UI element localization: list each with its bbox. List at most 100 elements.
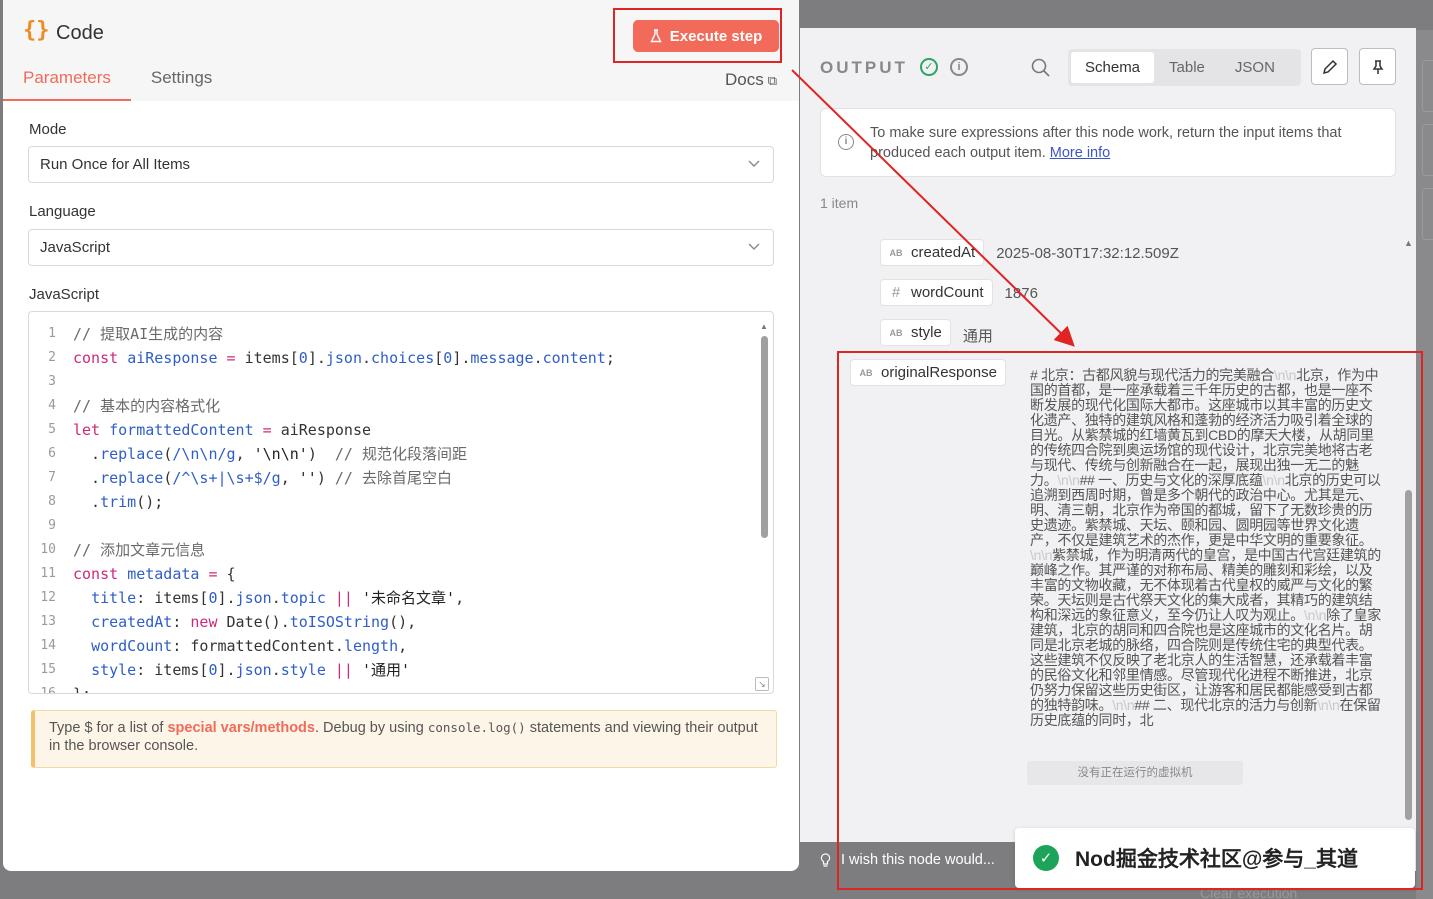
code-line: 3: [29, 370, 615, 394]
node-title[interactable]: Code: [56, 22, 104, 45]
line-content: wordCount: formattedContent.length,: [91, 637, 408, 655]
execute-step-button[interactable]: Execute step: [633, 20, 779, 52]
feedback-text: I wish this node would...: [841, 852, 995, 868]
field-value: 2025-08-30T17:32:12.509Z: [996, 245, 1179, 262]
code-line: 16};: [29, 682, 615, 694]
vm-status-tag: 没有正在运行的虚拟机: [1027, 761, 1243, 785]
lightbulb-icon: [820, 852, 831, 867]
line-content: .replace(/^\s+|\s+$/g, '') // 去除首尾空白: [73, 469, 452, 487]
line-number: 2: [48, 350, 56, 365]
line-content: style: items[0].json.style || '通用': [91, 661, 411, 679]
tab-settings[interactable]: Settings: [131, 64, 232, 101]
hint-text: Type $ for a list of: [49, 720, 168, 736]
special-vars-link[interactable]: special vars/methods: [167, 720, 315, 736]
code-line: 9: [29, 514, 615, 538]
more-info-link[interactable]: More info: [1050, 145, 1110, 161]
line-content: let formattedContent = aiResponse: [73, 421, 372, 439]
scrollbar-thumb[interactable]: [761, 336, 768, 538]
search-icon[interactable]: [1031, 58, 1050, 77]
field-value: 通用: [962, 328, 993, 345]
line-number: 14: [40, 638, 56, 653]
line-content: };: [73, 685, 92, 694]
check-icon: ✓: [1033, 845, 1059, 871]
string-type-icon: AB: [859, 367, 873, 378]
external-link-icon: ⧉: [767, 73, 777, 88]
code-line: 15 style: items[0].json.style || '通用': [29, 658, 615, 682]
code-lines: 1 // 提取AI生成的内容 2 const aiResponse = items[0…: [29, 322, 615, 694]
tab-parameters[interactable]: Parameters: [3, 64, 131, 101]
canvas-handle: [1422, 60, 1433, 112]
field-chip[interactable]: # wordCount: [880, 279, 993, 306]
mode-label: Mode: [29, 121, 67, 138]
code-line: 13 createdAt: new Date().toISOString(),: [29, 610, 615, 634]
chevron-down-icon: [748, 243, 760, 250]
edit-output-button[interactable]: [1311, 48, 1348, 85]
line-content: // 基本的内容格式化: [73, 397, 221, 415]
mode-value: Run Once for All Items: [40, 156, 191, 173]
field-chip[interactable]: AB createdAt: [880, 239, 985, 266]
code-editor[interactable]: 1 // 提取AI生成的内容 2 const aiResponse = items[0…: [28, 311, 774, 694]
line-number: 10: [40, 542, 56, 557]
view-json[interactable]: JSON: [1220, 52, 1290, 83]
code-line: 5 let formattedContent = aiResponse: [29, 418, 615, 442]
line-number: 8: [48, 494, 56, 509]
code-line: 4 // 基本的内容格式化: [29, 394, 615, 418]
line-number: 6: [48, 446, 56, 461]
field-name: originalResponse: [881, 364, 997, 381]
info-icon[interactable]: i: [950, 58, 968, 76]
line-content: .replace(/\n\n/g, '\n\n') // 规范化段落间距: [73, 445, 467, 463]
schema-field-wordCount: # wordCount 1876: [880, 279, 1038, 306]
schema-field-originalResponse: AB originalResponse: [850, 359, 1006, 386]
schema-field-createdAt: AB createdAt 2025-08-30T17:32:12.509Z: [880, 239, 1179, 266]
expand-editor-icon[interactable]: ↘: [755, 677, 769, 691]
feedback-bar[interactable]: I wish this node would...: [800, 842, 1015, 878]
canvas-background: [1416, 30, 1433, 899]
field-chip[interactable]: AB style: [880, 319, 951, 346]
code-line: 11 const metadata = {: [29, 562, 615, 586]
node-header: {} Code Execute step Parameters Settings…: [3, 0, 799, 101]
view-table[interactable]: Table: [1154, 52, 1220, 83]
item-count: 1 item: [820, 195, 859, 211]
output-scrollbar[interactable]: ▲: [1403, 238, 1413, 828]
mode-select[interactable]: Run Once for All Items: [28, 146, 774, 183]
scroll-up-icon[interactable]: ▲: [760, 322, 768, 331]
line-content: // 添加文章元信息: [73, 541, 206, 559]
view-schema[interactable]: Schema: [1071, 52, 1155, 83]
editor-scrollbar[interactable]: ▲: [760, 322, 769, 682]
line-content: [69, 370, 73, 394]
hint-text: . Debug by using: [314, 720, 428, 736]
scrollbar-thumb[interactable]: [1405, 490, 1412, 820]
field-chip[interactable]: AB originalResponse: [850, 359, 1006, 386]
line-number: 1: [48, 326, 56, 341]
line-content: const metadata = {: [73, 565, 236, 583]
line-content: createdAt: new Date().toISOString(),: [91, 613, 417, 631]
line-content: // 提取AI生成的内容: [73, 325, 224, 343]
chevron-down-icon: [748, 160, 760, 167]
execute-step-label: Execute step: [669, 27, 763, 45]
code-line: 14 wordCount: formattedContent.length,: [29, 634, 615, 658]
line-number: 4: [48, 398, 56, 413]
pin-icon: [1372, 59, 1383, 74]
number-type-icon: #: [891, 284, 901, 301]
output-title: OUTPUT: [820, 58, 908, 77]
node-tabs: Parameters Settings: [3, 64, 232, 101]
field-name: createdAt: [911, 244, 976, 261]
pin-output-button[interactable]: [1359, 48, 1396, 85]
code-line: 1 // 提取AI生成的内容: [29, 322, 615, 346]
original-response-value: # 北京：古都风貌与现代活力的完美融合\n\n北京，作为中国的首都，是一座承载着…: [1030, 367, 1381, 728]
flask-icon: [650, 29, 662, 43]
canvas-handle: [1422, 188, 1433, 240]
line-number: 3: [48, 374, 56, 389]
output-notice: i To make sure expressions after this no…: [820, 108, 1396, 177]
scroll-up-icon[interactable]: ▲: [1404, 238, 1413, 248]
pencil-icon: [1322, 59, 1337, 74]
language-value: JavaScript: [40, 239, 111, 256]
check-circle-icon: ✓: [920, 58, 938, 76]
language-select[interactable]: JavaScript: [28, 229, 774, 266]
docs-link[interactable]: Docs ⧉: [725, 70, 777, 90]
language-label: Language: [29, 203, 96, 220]
docs-label: Docs: [724, 70, 764, 89]
line-content: .trim();: [73, 493, 164, 511]
code-line: 7 .replace(/^\s+|\s+$/g, '') // 去除首尾空白: [29, 466, 615, 490]
line-number: 16: [40, 686, 56, 694]
